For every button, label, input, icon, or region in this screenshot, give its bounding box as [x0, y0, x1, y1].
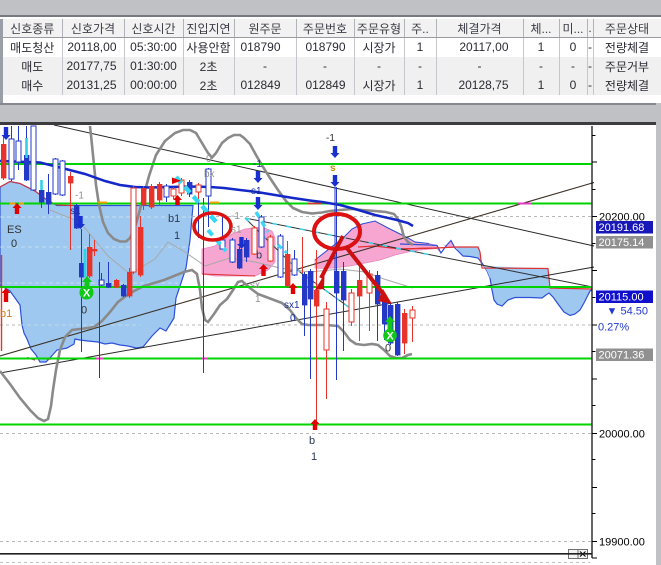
- svg-text:-1: -1: [326, 133, 335, 144]
- svg-text:-1: -1: [253, 159, 262, 170]
- svg-text:20115.00: 20115.00: [599, 292, 644, 304]
- svg-text:0: 0: [11, 238, 17, 250]
- svg-text:X: X: [386, 331, 394, 343]
- svg-text:1: 1: [311, 451, 317, 463]
- svg-text:20000.00: 20000.00: [599, 429, 645, 441]
- svg-text:1: 1: [255, 294, 261, 305]
- svg-text:-1: -1: [231, 211, 240, 222]
- svg-text:20175.14: 20175.14: [599, 237, 645, 249]
- svg-text:1: 1: [174, 230, 180, 242]
- svg-text:b1: b1: [168, 213, 180, 225]
- svg-text:s: s: [330, 163, 336, 174]
- svg-text:0: 0: [385, 343, 391, 355]
- svg-text:sx: sx: [250, 280, 260, 291]
- svg-text:0: 0: [290, 313, 296, 324]
- svg-text:20071.36: 20071.36: [599, 350, 645, 362]
- svg-text:X: X: [83, 288, 91, 300]
- svg-text:s1: s1: [251, 186, 262, 197]
- svg-text:bx: bx: [204, 169, 215, 180]
- svg-text:s1: s1: [231, 225, 242, 236]
- svg-text:0: 0: [81, 305, 87, 317]
- svg-text:19900.00: 19900.00: [599, 537, 645, 549]
- svg-text:sx1: sx1: [284, 300, 300, 311]
- svg-text:▼ 54.50: ▼ 54.50: [607, 306, 648, 318]
- svg-text:0.27%: 0.27%: [598, 322, 629, 334]
- svg-text:b: b: [256, 250, 262, 262]
- svg-text:20191.68: 20191.68: [599, 222, 645, 234]
- svg-text:ES: ES: [7, 224, 22, 236]
- svg-text:-1: -1: [75, 191, 84, 202]
- svg-text:0: 0: [206, 154, 212, 165]
- svg-text:s1: s1: [70, 206, 81, 217]
- svg-text:b: b: [309, 435, 315, 447]
- svg-text:b1: b1: [0, 308, 12, 320]
